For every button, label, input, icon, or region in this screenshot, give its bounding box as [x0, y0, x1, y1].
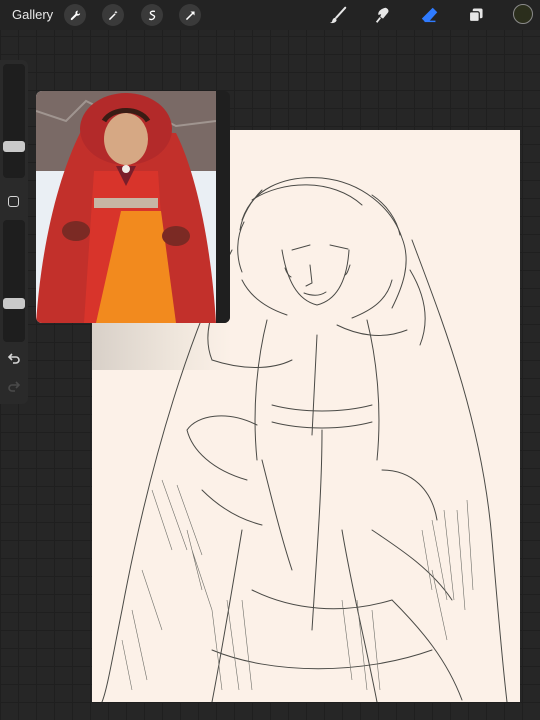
magic-wand-icon[interactable]: [102, 4, 124, 26]
opacity-handle[interactable]: [3, 297, 25, 309]
reference-window-edge: [216, 91, 230, 323]
modify-button[interactable]: [8, 196, 19, 207]
color-picker[interactable]: [513, 4, 533, 24]
opacity-slider[interactable]: [3, 220, 25, 342]
transform-icon[interactable]: [179, 4, 201, 26]
brush-icon[interactable]: [327, 4, 349, 26]
gallery-button[interactable]: Gallery: [12, 7, 53, 22]
reference-window[interactable]: [36, 91, 230, 323]
brush-size-handle[interactable]: [3, 141, 25, 153]
side-toolbar: [0, 60, 28, 404]
smudge-icon[interactable]: [372, 4, 394, 26]
reference-photo: [36, 91, 216, 323]
selection-icon[interactable]: [141, 4, 163, 26]
brush-size-slider[interactable]: [3, 64, 25, 178]
undo-icon[interactable]: [6, 350, 22, 366]
redo-icon[interactable]: [6, 378, 22, 394]
wrench-icon[interactable]: [64, 4, 86, 26]
layers-icon[interactable]: [465, 4, 487, 26]
eraser-icon[interactable]: [419, 4, 441, 26]
top-toolbar: Gallery: [0, 0, 540, 30]
